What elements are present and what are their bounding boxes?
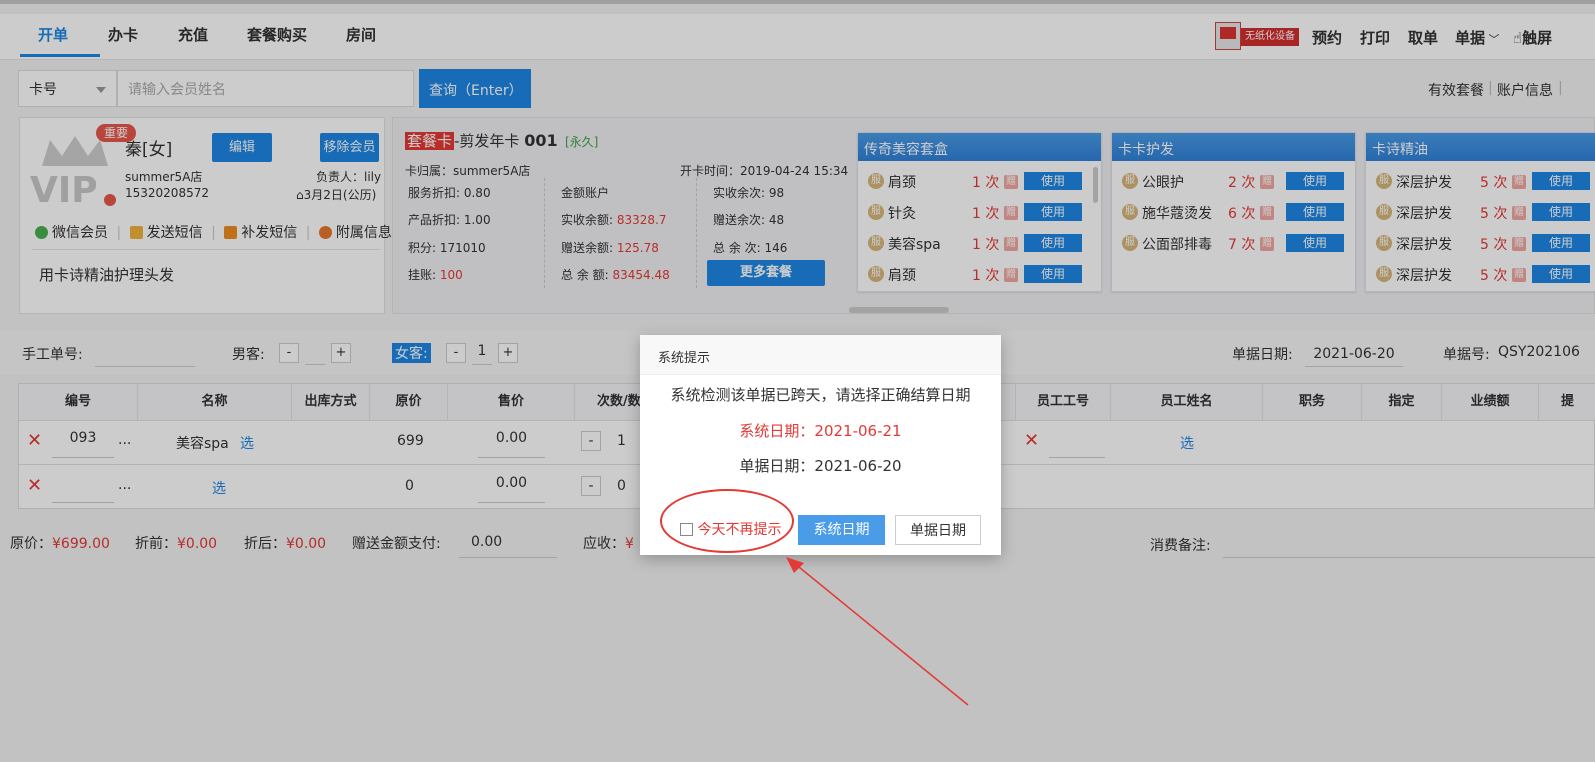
- annotation-arrow: [786, 557, 969, 706]
- dialog-message: 系统检测该单据已跨天，请选择正确结算日期: [670, 386, 971, 404]
- bill-date-button[interactable]: 单据日期: [895, 515, 981, 545]
- dialog-system-date: 系统日期：2021-06-21: [739, 422, 902, 440]
- annotation-ellipse: [660, 489, 794, 553]
- system-date-button[interactable]: 系统日期: [798, 515, 885, 545]
- dialog-bill-date: 单据日期：2021-06-20: [739, 457, 902, 475]
- dialog-title: 系统提示: [640, 335, 1001, 375]
